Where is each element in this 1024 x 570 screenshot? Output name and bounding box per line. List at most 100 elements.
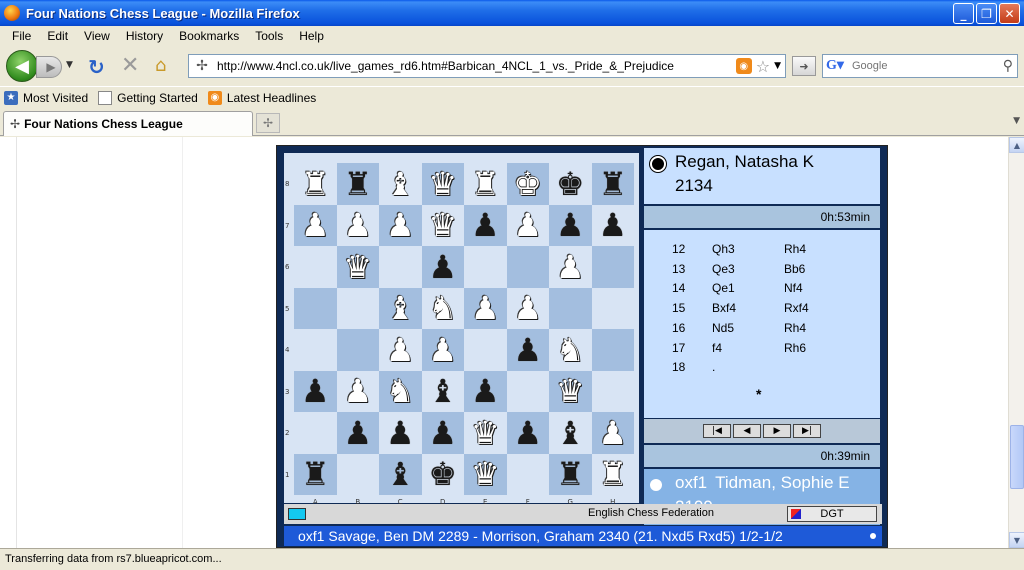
black-rook-icon[interactable]: ♜ <box>556 458 585 490</box>
white-pawn-icon[interactable]: ♟ <box>301 209 330 241</box>
home-icon[interactable]: ⌂ <box>155 55 166 76</box>
square-g4[interactable]: ♞ <box>549 329 592 371</box>
square-f1[interactable] <box>506 453 549 495</box>
forward-button[interactable]: ▶ <box>36 56 62 78</box>
white-move[interactable]: Qe3 <box>712 262 735 276</box>
square-d6[interactable]: ♟ <box>421 246 464 288</box>
black-pawn-icon[interactable]: ♟ <box>428 251 457 283</box>
square-e2[interactable]: ♛ <box>464 412 507 454</box>
white-queen-icon[interactable]: ♛ <box>428 168 457 200</box>
white-queen-icon[interactable]: ♛ <box>556 375 585 407</box>
white-move[interactable]: . <box>712 360 715 374</box>
square-f3[interactable] <box>506 370 549 412</box>
url-text[interactable]: http://www.4ncl.co.uk/live_games_rd6.htm… <box>217 59 736 73</box>
square-c4[interactable]: ♟ <box>379 329 422 371</box>
square-c5[interactable]: ♝ <box>379 287 422 329</box>
white-move[interactable]: f4 <box>712 341 722 355</box>
square-g7[interactable]: ♟ <box>549 204 592 246</box>
menu-bookmarks[interactable]: Bookmarks <box>171 29 247 43</box>
white-pawn-icon[interactable]: ♟ <box>556 251 585 283</box>
scroll-thumb[interactable] <box>1010 425 1024 489</box>
square-d2[interactable]: ♟ <box>421 412 464 454</box>
white-bishop-icon[interactable]: ♝ <box>386 292 415 324</box>
white-rook-icon[interactable]: ♜ <box>471 168 500 200</box>
square-g5[interactable] <box>549 287 592 329</box>
black-bishop-icon[interactable]: ♝ <box>428 375 457 407</box>
white-queen-icon[interactable]: ♛ <box>471 458 500 490</box>
black-move[interactable]: Rh4 <box>784 242 806 256</box>
square-c3[interactable]: ♞ <box>379 370 422 412</box>
square-a4[interactable] <box>294 329 337 371</box>
square-a5[interactable] <box>294 287 337 329</box>
white-pawn-icon[interactable]: ♟ <box>513 292 542 324</box>
square-c8[interactable]: ♝ <box>379 163 422 205</box>
search-icon[interactable]: ⚲ <box>1003 58 1013 74</box>
scroll-down-button[interactable]: ▼ <box>1009 532 1024 548</box>
square-d1[interactable]: ♚ <box>421 453 464 495</box>
black-bishop-icon[interactable]: ♝ <box>386 458 415 490</box>
menu-history[interactable]: History <box>118 29 171 43</box>
square-d4[interactable]: ♟ <box>421 329 464 371</box>
white-move[interactable]: Nd5 <box>712 321 734 335</box>
white-knight-icon[interactable]: ♞ <box>556 334 585 366</box>
square-f7[interactable]: ♟ <box>506 204 549 246</box>
white-king-icon[interactable]: ♚ <box>513 168 542 200</box>
square-h8[interactable]: ♜ <box>591 163 634 205</box>
black-pawn-icon[interactable]: ♟ <box>598 209 627 241</box>
white-bishop-icon[interactable]: ♝ <box>386 168 415 200</box>
square-b7[interactable]: ♟ <box>336 204 379 246</box>
white-queen-icon[interactable]: ♛ <box>428 209 457 241</box>
square-c6[interactable] <box>379 246 422 288</box>
black-rook-icon[interactable]: ♜ <box>343 168 372 200</box>
white-pawn-icon[interactable]: ♟ <box>343 375 372 407</box>
scroll-up-button[interactable]: ▲ <box>1009 137 1024 153</box>
close-button[interactable]: ✕ <box>999 3 1020 24</box>
black-rook-icon[interactable]: ♜ <box>301 458 330 490</box>
white-rook-icon[interactable]: ♜ <box>301 168 330 200</box>
square-e1[interactable]: ♛ <box>464 453 507 495</box>
square-g2[interactable]: ♝ <box>549 412 592 454</box>
vertical-scrollbar[interactable]: ▲ ▼ <box>1008 137 1024 548</box>
white-pawn-icon[interactable]: ♟ <box>343 209 372 241</box>
square-g8[interactable]: ♚ <box>549 163 592 205</box>
square-d7[interactable]: ♛ <box>421 204 464 246</box>
menu-file[interactable]: File <box>4 29 39 43</box>
move-row[interactable]: 13 Qe3 Bb6 <box>644 262 880 282</box>
square-e7[interactable]: ♟ <box>464 204 507 246</box>
white-pawn-icon[interactable]: ♟ <box>386 209 415 241</box>
google-engine-icon[interactable]: G▾ <box>826 57 848 75</box>
square-b6[interactable]: ♛ <box>336 246 379 288</box>
bookmark-latest-headlines[interactable]: ◉ Latest Headlines <box>207 90 316 105</box>
square-h2[interactable]: ♟ <box>591 412 634 454</box>
bookmark-most-visited[interactable]: ★ Most Visited <box>4 90 88 105</box>
white-pawn-icon[interactable]: ♟ <box>386 334 415 366</box>
square-a6[interactable] <box>294 246 337 288</box>
black-pawn-icon[interactable]: ♟ <box>513 334 542 366</box>
color-swatch[interactable] <box>288 508 306 520</box>
black-pawn-icon[interactable]: ♟ <box>471 375 500 407</box>
black-pawn-icon[interactable]: ♟ <box>386 417 415 449</box>
search-input[interactable] <box>852 60 1003 72</box>
square-b1[interactable] <box>336 453 379 495</box>
black-move[interactable]: Rh4 <box>784 321 806 335</box>
white-knight-icon[interactable]: ♞ <box>428 292 457 324</box>
white-move[interactable]: Bxf4 <box>712 301 736 315</box>
dgt-button[interactable]: DGT <box>787 506 877 522</box>
black-move[interactable]: Rh6 <box>784 341 806 355</box>
black-move[interactable]: Rxf4 <box>784 301 809 315</box>
menu-tools[interactable]: Tools <box>247 29 291 43</box>
move-row[interactable]: 15 Bxf4 Rxf4 <box>644 301 880 321</box>
square-e5[interactable]: ♟ <box>464 287 507 329</box>
move-row[interactable]: 18. <box>644 360 880 380</box>
square-h1[interactable]: ♜ <box>591 453 634 495</box>
white-pawn-icon[interactable]: ♟ <box>513 209 542 241</box>
black-pawn-icon[interactable]: ♟ <box>556 209 585 241</box>
square-b8[interactable]: ♜ <box>336 163 379 205</box>
last-move-button[interactable]: ▶| <box>793 424 821 438</box>
square-c1[interactable]: ♝ <box>379 453 422 495</box>
url-bar[interactable]: ✢ http://www.4ncl.co.uk/live_games_rd6.h… <box>188 54 786 78</box>
square-e3[interactable]: ♟ <box>464 370 507 412</box>
menu-help[interactable]: Help <box>291 29 332 43</box>
bookmark-getting-started[interactable]: Getting Started <box>98 90 198 105</box>
black-move[interactable]: Bb6 <box>784 262 805 276</box>
